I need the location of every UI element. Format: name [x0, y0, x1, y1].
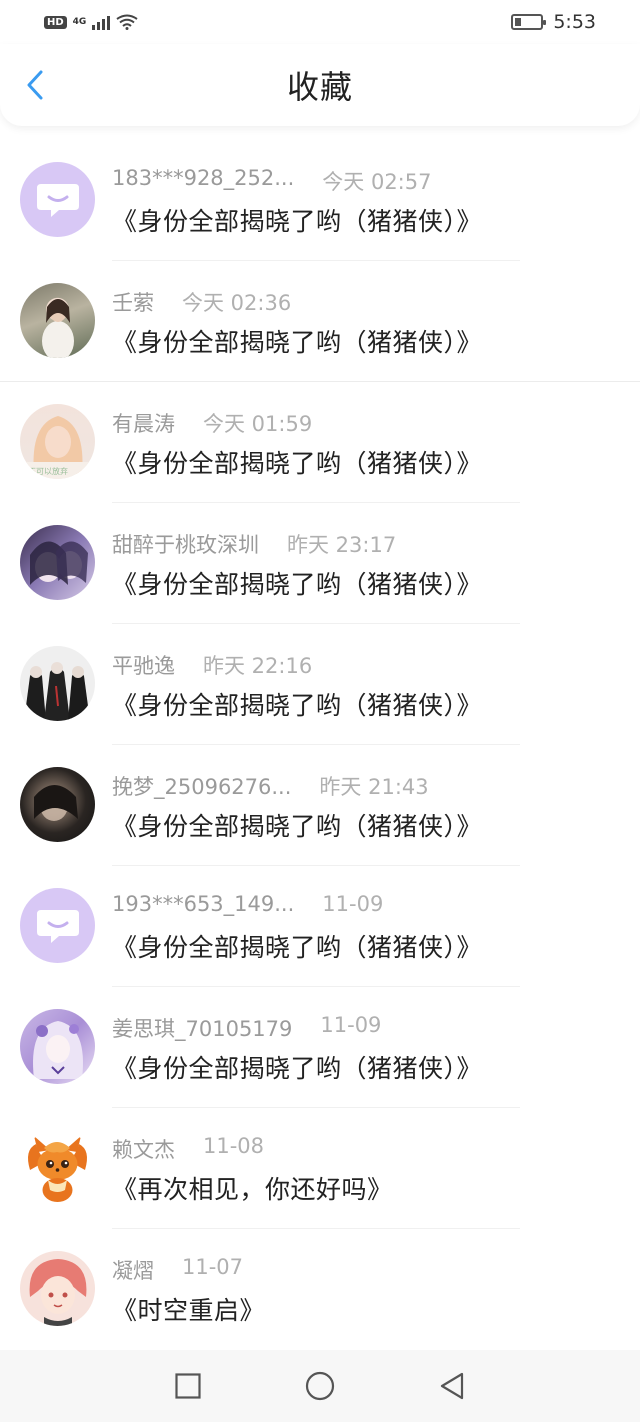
clock: 5:53	[553, 11, 596, 33]
timestamp: 昨天 21:43	[319, 775, 429, 799]
chevron-left-icon	[27, 70, 43, 100]
work-title[interactable]: 《身份全部揭晓了哟（猪猪侠）》	[112, 323, 482, 359]
chat-bubble-icon	[36, 909, 79, 943]
favorites-list: 183***928_252... 今天 02:57 《身份全部揭晓了哟（猪猪侠）…	[0, 140, 640, 1350]
avatar[interactable]: 不可以放弃	[20, 404, 95, 479]
work-title[interactable]: 《身份全部揭晓了哟（猪猪侠）》	[112, 202, 482, 238]
work-title[interactable]: 《身份全部揭晓了哟（猪猪侠）》	[112, 686, 482, 722]
item-meta: 壬萦 今天 02:36	[112, 287, 291, 317]
status-right: 5:53	[511, 11, 596, 33]
username: 凝熠	[112, 1259, 154, 1283]
network-label: 4G	[72, 16, 87, 27]
avatar[interactable]	[20, 646, 95, 721]
timestamp: 今天 02:57	[322, 170, 432, 194]
list-item[interactable]: 193***653_149... 11-09 《身份全部揭晓了哟（猪猪侠）》	[0, 866, 640, 987]
item-meta: 有晨涛 今天 01:59	[112, 408, 312, 438]
list-item[interactable]: 183***928_252... 今天 02:57 《身份全部揭晓了哟（猪猪侠）…	[0, 140, 640, 261]
username: 挽梦_25096276...	[112, 775, 292, 799]
list-item[interactable]: 平驰逸 昨天 22:16 《身份全部揭晓了哟（猪猪侠）》	[0, 624, 640, 745]
back-triangle-icon	[440, 1372, 464, 1400]
back-nav-button[interactable]	[435, 1369, 469, 1403]
list-item[interactable]: 甜醉于桃玫深圳 昨天 23:17 《身份全部揭晓了哟（猪猪侠）》	[0, 503, 640, 624]
fox-avatar-icon	[28, 1136, 87, 1202]
svg-text:不可以放弃: 不可以放弃	[28, 466, 68, 476]
timestamp: 11-09	[320, 1013, 382, 1037]
timestamp: 11-08	[203, 1134, 265, 1158]
work-title[interactable]: 《身份全部揭晓了哟（猪猪侠）》	[112, 444, 482, 480]
network-type: 4G	[72, 16, 87, 27]
list-item[interactable]: 挽梦_25096276... 昨天 21:43 《身份全部揭晓了哟（猪猪侠）》	[0, 745, 640, 866]
status-bar: HD 4G 5:53	[0, 0, 640, 44]
avatar-photo: 不可以放弃	[20, 416, 95, 479]
avatar[interactable]	[20, 1130, 95, 1205]
username: 赖文杰	[112, 1138, 175, 1162]
home-circle-icon	[305, 1371, 335, 1401]
timestamp: 今天 01:59	[203, 412, 313, 436]
recents-button[interactable]	[171, 1369, 205, 1403]
page-title: 收藏	[286, 68, 353, 106]
item-meta: 姜思琪_70105179 11-09	[112, 1013, 381, 1043]
username: 193***653_149...	[112, 892, 295, 916]
title-bar: 收藏	[0, 44, 640, 126]
work-title[interactable]: 《再次相见，你还好吗》	[112, 1170, 393, 1206]
item-meta: 甜醉于桃玫深圳 昨天 23:17	[112, 529, 396, 559]
wifi-icon	[116, 14, 138, 30]
timestamp: 今天 02:36	[182, 291, 292, 315]
signal-icon	[92, 14, 111, 30]
item-meta: 凝熠 11-07	[112, 1255, 243, 1285]
timestamp: 11-07	[182, 1255, 244, 1279]
chat-bubble-icon	[36, 183, 79, 217]
recents-square-icon	[175, 1373, 201, 1399]
avatar-photo	[33, 1021, 83, 1079]
avatar[interactable]	[20, 888, 95, 963]
avatar[interactable]	[20, 283, 95, 358]
work-title[interactable]: 《身份全部揭晓了哟（猪猪侠）》	[112, 928, 482, 964]
list-item[interactable]: 壬萦 今天 02:36 《身份全部揭晓了哟（猪猪侠）》	[0, 261, 640, 382]
back-button[interactable]	[20, 68, 50, 102]
avatar[interactable]	[20, 1009, 95, 1084]
system-nav-bar	[0, 1350, 640, 1422]
avatar[interactable]	[20, 162, 95, 237]
username: 平驰逸	[112, 654, 175, 678]
username: 有晨涛	[112, 412, 175, 436]
list-item[interactable]: 凝熠 11-07 《时空重启》	[0, 1229, 640, 1350]
avatar-photo	[34, 785, 78, 821]
username: 甜醉于桃玫深圳	[112, 533, 259, 557]
avatar[interactable]	[20, 767, 95, 842]
work-title[interactable]: 《身份全部揭晓了哟（猪猪侠）》	[112, 565, 482, 601]
hd-badge: HD	[44, 15, 67, 29]
list-item[interactable]: 姜思琪_70105179 11-09 《身份全部揭晓了哟（猪猪侠）》	[0, 987, 640, 1108]
list-item[interactable]: 赖文杰 11-08 《再次相见，你还好吗》	[0, 1108, 640, 1229]
home-button[interactable]	[303, 1369, 337, 1403]
item-meta: 平驰逸 昨天 22:16	[112, 650, 312, 680]
timestamp: 昨天 22:16	[203, 654, 313, 678]
status-left: HD 4G	[44, 14, 138, 30]
avatar-photo	[30, 541, 88, 585]
work-title[interactable]: 《身份全部揭晓了哟（猪猪侠）》	[112, 807, 482, 843]
work-title[interactable]: 《时空重启》	[112, 1291, 265, 1327]
avatar-photo	[24, 662, 90, 721]
avatar-photo	[42, 299, 74, 358]
avatar[interactable]	[20, 525, 95, 600]
username: 183***928_252...	[112, 166, 295, 190]
list-item[interactable]: 不可以放弃 有晨涛 今天 01:59 《身份全部揭晓了哟（猪猪侠）》	[0, 382, 640, 503]
avatar-photo	[29, 1259, 87, 1326]
item-meta: 183***928_252... 今天 02:57	[112, 166, 431, 196]
username: 姜思琪_70105179	[112, 1017, 293, 1041]
item-meta: 193***653_149... 11-09	[112, 892, 383, 916]
timestamp: 11-09	[322, 892, 384, 916]
username: 壬萦	[112, 291, 154, 315]
work-title[interactable]: 《身份全部揭晓了哟（猪猪侠）》	[112, 1049, 482, 1085]
item-meta: 挽梦_25096276... 昨天 21:43	[112, 771, 429, 801]
item-meta: 赖文杰 11-08	[112, 1134, 264, 1164]
avatar[interactable]	[20, 1251, 95, 1326]
battery-icon	[511, 14, 547, 30]
timestamp: 昨天 23:17	[287, 533, 397, 557]
